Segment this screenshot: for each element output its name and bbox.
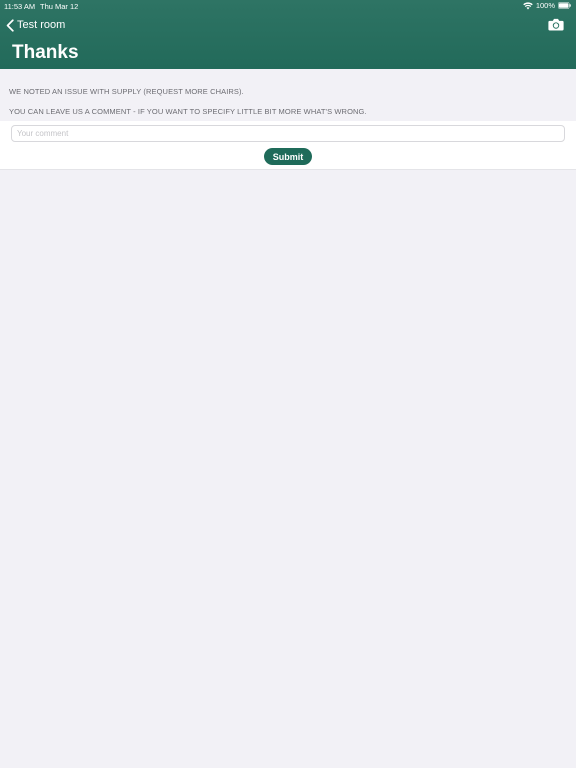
status-bar: 11:53 AM Thu Mar 12 100%: [0, 0, 576, 12]
camera-icon: [548, 18, 564, 31]
battery-icon: [558, 2, 571, 9]
comment-form: Submit: [0, 121, 576, 170]
submit-button[interactable]: Submit: [264, 148, 312, 165]
status-date: Thu Mar 12: [40, 2, 79, 11]
camera-button[interactable]: [548, 18, 564, 32]
comment-input[interactable]: [11, 125, 565, 142]
wifi-icon: [523, 1, 533, 9]
status-time: 11:53 AM: [4, 2, 36, 11]
issue-message: WE NOTED AN ISSUE WITH SUPPLY (REQUEST M…: [9, 87, 244, 96]
page-title: Thanks: [12, 42, 79, 63]
comment-prompt: YOU CAN LEAVE US A COMMENT - IF YOU WANT…: [9, 107, 367, 116]
back-button-label: Test room: [17, 19, 66, 31]
battery-percent: 100%: [535, 1, 555, 10]
status-indicators: 100%: [523, 1, 571, 10]
navigation-header: 11:53 AM Thu Mar 12 100% Test room Thank…: [0, 0, 576, 69]
back-button[interactable]: Test room: [6, 17, 65, 33]
chevron-left-icon: [6, 18, 14, 32]
